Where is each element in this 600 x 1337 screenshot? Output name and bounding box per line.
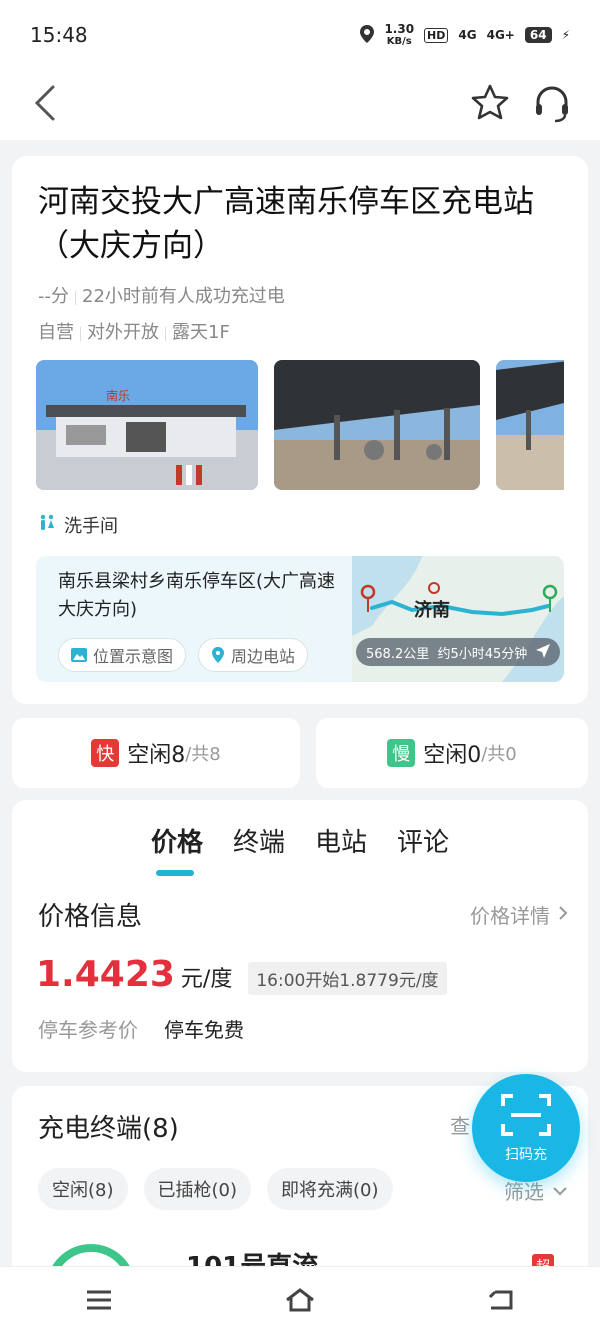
status-bar: 15:48 1.30 KB/s HD 4G 4G+ 64 ⚡ bbox=[0, 0, 600, 70]
fast-charger-availability[interactable]: 快 空闲8/共8 bbox=[12, 718, 300, 788]
menu-icon[interactable] bbox=[85, 1289, 113, 1315]
station-title: 河南交投大广高速南乐停车区充电站（大庆方向） bbox=[38, 184, 534, 264]
slow-badge: 慢 bbox=[387, 739, 416, 767]
fast-badge: 快 bbox=[91, 739, 120, 767]
mini-map[interactable]: 济南 568.2公里 约5小时45分钟 bbox=[352, 556, 564, 682]
tag-outdoor: 露天1F bbox=[172, 322, 230, 343]
address-text: 南乐县梁村乡南乐停车区(大广高速大庆方向) bbox=[58, 571, 336, 620]
map-actions: 位置示意图 周边电站 bbox=[58, 638, 309, 672]
price-unit: 元/度 bbox=[180, 967, 233, 992]
restroom-icon bbox=[38, 514, 56, 536]
nearby-stations-label: 周边电站 bbox=[231, 647, 296, 666]
filter-plugged[interactable]: 已插枪(0) bbox=[143, 1168, 251, 1210]
station-score: --分 bbox=[38, 286, 69, 307]
status-time: 15:48 bbox=[30, 23, 88, 47]
net-speed-value: 1.30 bbox=[384, 21, 415, 36]
filter-idle[interactable]: 空闲(8) bbox=[38, 1168, 128, 1210]
battery-icon: 64 bbox=[524, 27, 552, 43]
tab-station[interactable]: 电站 bbox=[315, 822, 367, 859]
hd-icon: HD bbox=[424, 27, 449, 43]
favorite-star-icon[interactable] bbox=[470, 83, 510, 127]
net-speed-unit: KB/s bbox=[386, 35, 412, 47]
status-icons: 1.30 KB/s HD 4G 4G+ 64 ⚡ bbox=[360, 21, 570, 47]
scan-icon bbox=[501, 1092, 551, 1142]
station-photo-3[interactable] bbox=[496, 360, 564, 490]
terminals-title: 充电终端(8) bbox=[38, 1114, 179, 1144]
home-icon[interactable] bbox=[284, 1287, 316, 1317]
location-map-button[interactable]: 位置示意图 bbox=[58, 638, 187, 672]
parking-value: 停车免费 bbox=[164, 1018, 244, 1042]
route-info[interactable]: 568.2公里 约5小时45分钟 bbox=[356, 638, 560, 666]
nearby-stations-button[interactable]: 周边电站 bbox=[198, 638, 309, 672]
terminal-filters: 空闲(8) 已插枪(0) 即将充满(0) bbox=[38, 1168, 393, 1210]
station-meta: --分 22小时前有人成功充过电 bbox=[38, 282, 558, 308]
slow-idle-count: 空闲0 bbox=[423, 743, 482, 768]
view-all-link[interactable]: 查 bbox=[450, 1110, 470, 1139]
amenity: 洗手间 bbox=[38, 512, 118, 538]
station-card: 河南交投大广高速南乐停车区充电站（大庆方向） --分 22小时前有人成功充过电 自… bbox=[12, 156, 588, 704]
fast-total: /共8 bbox=[185, 744, 221, 765]
scan-label: 扫码充 bbox=[505, 1147, 547, 1163]
tag-public: 对外开放 bbox=[87, 322, 159, 343]
price-details-label: 价格详情 bbox=[470, 904, 550, 928]
net-speed: 1.30 KB/s bbox=[384, 21, 415, 47]
signal-2: 4G+ bbox=[486, 28, 515, 42]
active-tab-indicator bbox=[156, 870, 194, 876]
parking-label: 停车参考价 bbox=[38, 1018, 138, 1042]
photo-gallery[interactable]: 南乐 bbox=[36, 360, 564, 490]
chevron-down-icon bbox=[553, 1186, 567, 1195]
route-distance-time: 568.2公里 约5小时45分钟 bbox=[366, 646, 528, 662]
location-status-icon bbox=[360, 24, 375, 46]
tab-reviews[interactable]: 评论 bbox=[397, 822, 449, 859]
current-price: 1.4423 bbox=[36, 954, 175, 995]
tag-self-operated: 自营 bbox=[38, 322, 74, 343]
amenity-label: 洗手间 bbox=[64, 516, 118, 537]
station-photo-2[interactable] bbox=[274, 360, 480, 490]
svg-text:南乐: 南乐 bbox=[106, 388, 130, 403]
charging-icon: ⚡ bbox=[561, 28, 570, 42]
back-nav-icon[interactable] bbox=[487, 1288, 515, 1316]
fast-idle-count: 空闲8 bbox=[127, 743, 186, 768]
price-info-title: 价格信息 bbox=[38, 902, 143, 932]
next-price-note: 16:00开始1.8779元/度 bbox=[248, 962, 447, 995]
location-map-label: 位置示意图 bbox=[93, 647, 174, 666]
filter-almost-full[interactable]: 即将充满(0) bbox=[267, 1168, 393, 1210]
map-city-label: 济南 bbox=[414, 600, 450, 621]
chevron-right-icon bbox=[558, 905, 568, 925]
signal-1: 4G bbox=[458, 28, 477, 42]
price-card: 价格 终端 电站 评论 价格信息 价格详情 1.4423 元/度 16:00开始… bbox=[12, 800, 588, 1072]
system-nav-bar bbox=[0, 1266, 600, 1337]
customer-service-icon[interactable] bbox=[532, 83, 572, 127]
slow-total: /共0 bbox=[481, 744, 517, 765]
price-details-link[interactable]: 价格详情 bbox=[470, 900, 568, 929]
station-tags: 自营 对外开放 露天1F bbox=[38, 318, 558, 344]
tab-price[interactable]: 价格 bbox=[151, 822, 203, 859]
recent-charge: 22小时前有人成功充过电 bbox=[82, 286, 285, 307]
image-icon bbox=[71, 648, 87, 662]
detail-tabs: 价格 终端 电站 评论 bbox=[12, 822, 588, 859]
location-map[interactable]: 南乐县梁村乡南乐停车区(大广高速大庆方向) 位置示意图 周边电站 济南 568.… bbox=[36, 556, 564, 682]
station-photo-1[interactable]: 南乐 bbox=[36, 360, 258, 490]
scan-charge-button[interactable]: 扫码充 bbox=[472, 1074, 580, 1182]
pin-icon bbox=[212, 647, 225, 663]
slow-charger-availability[interactable]: 慢 空闲0/共0 bbox=[316, 718, 588, 788]
back-icon[interactable] bbox=[34, 85, 56, 125]
nav-bar bbox=[0, 70, 600, 140]
navigate-icon[interactable] bbox=[536, 643, 550, 662]
tab-terminals[interactable]: 终端 bbox=[233, 822, 285, 859]
